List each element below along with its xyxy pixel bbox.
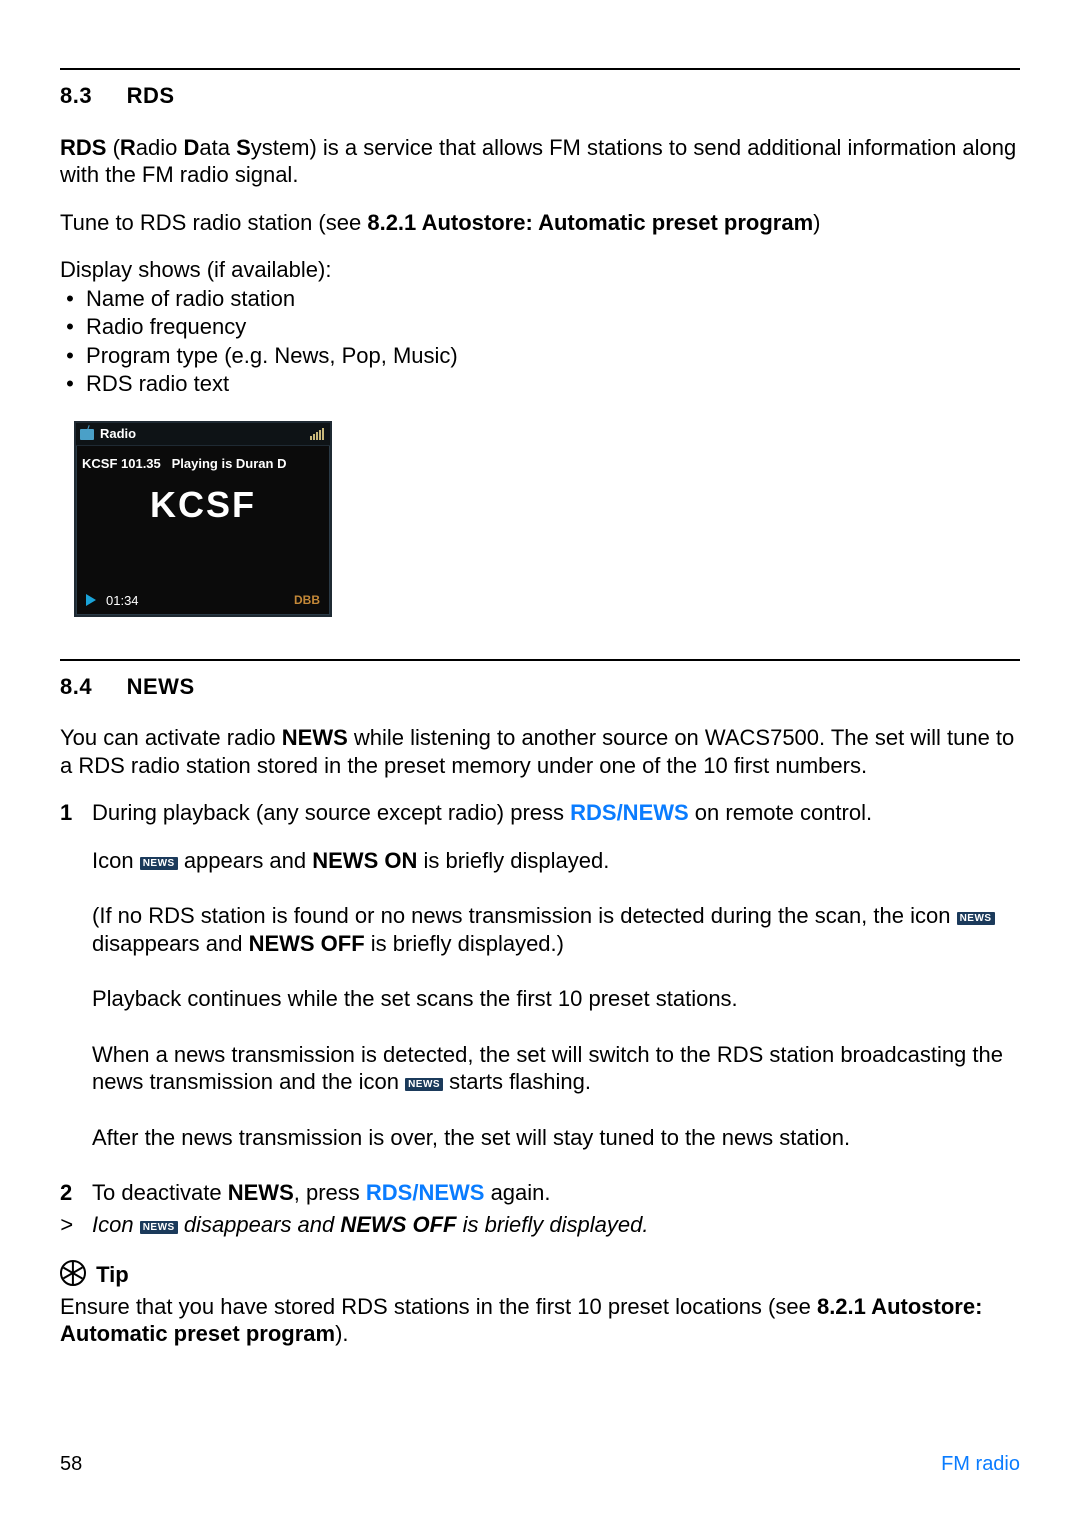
text: During playback (any source except radio… — [92, 800, 570, 825]
news-icon: NEWS — [140, 857, 178, 870]
heading-title: RDS — [127, 83, 175, 108]
text: Icon — [92, 848, 140, 873]
tune-line: Tune to RDS radio station (see 8.2.1 Aut… — [60, 209, 1020, 237]
text: ) — [813, 210, 820, 235]
news-intro: You can activate radio NEWS while listen… — [60, 724, 1020, 779]
step-text: During playback (any source except radio… — [92, 799, 1020, 827]
bullet-item: • Radio frequency — [60, 313, 1020, 342]
after-line: After the news transmission is over, the… — [92, 1124, 1020, 1152]
bullet-item: • Name of radio station — [60, 285, 1020, 314]
radio-icon — [80, 429, 94, 440]
result-caret: > — [60, 1211, 92, 1239]
text: ( — [106, 135, 119, 160]
news-icon: NEWS — [405, 1078, 443, 1091]
bold-text: NEWS ON — [312, 848, 417, 873]
heading-8-3: 8.3 RDS — [60, 82, 1020, 110]
text: You can activate radio — [60, 725, 282, 750]
bold-text: S — [236, 135, 251, 160]
dbb-indicator: DBB — [294, 593, 320, 608]
footer-section: FM radio — [941, 1452, 1020, 1477]
text: disappears and — [92, 931, 249, 956]
text: Name of radio station — [86, 286, 295, 311]
icon-appears-line: Icon NEWS appears and NEWS ON is briefly… — [92, 847, 1020, 875]
page-footer: 58 FM radio — [60, 1452, 1020, 1477]
text: ). — [335, 1321, 348, 1346]
bold-text: NEWS OFF — [249, 931, 365, 956]
text: Program type (e.g. News, Pop, Music) — [86, 343, 458, 368]
device-subline: KCSF 101.35 Playing is Duran D — [76, 446, 330, 478]
rds-intro: RDS (Radio Data System) is a service tha… — [60, 134, 1020, 189]
signal-icon — [310, 428, 324, 440]
text: adio — [136, 135, 184, 160]
display-intro: Display shows (if available): — [60, 256, 1020, 285]
manual-page: 8.3 RDS RDS (Radio Data System) is a ser… — [0, 0, 1080, 1527]
heading-title: NEWS — [127, 674, 195, 699]
device-bottom-bar: 01:34 DBB — [76, 589, 330, 615]
text: To deactivate — [92, 1180, 228, 1205]
bold-text: NEWS — [228, 1180, 294, 1205]
tip-body: Ensure that you have stored RDS stations… — [60, 1293, 1020, 1348]
play-icon — [86, 594, 96, 606]
text: RDS radio text — [86, 371, 229, 396]
device-mode-label: Radio — [100, 426, 136, 442]
device-titlebar: Radio — [76, 423, 330, 446]
bold-text: 8.2.1 Autostore: Automatic preset progra… — [367, 210, 813, 235]
result-line: > Icon NEWS disappears and NEWS OFF is b… — [60, 1211, 1020, 1239]
news-icon: NEWS — [957, 912, 995, 925]
device-freq: KCSF 101.35 — [82, 456, 161, 471]
bold-text: RDS — [60, 135, 106, 160]
text: (If no RDS station is found or no news t… — [92, 903, 957, 928]
rule-top — [60, 68, 1020, 70]
text: disappears and — [178, 1212, 341, 1237]
detect-line: When a news transmission is detected, th… — [92, 1041, 1020, 1096]
bold-text: D — [184, 135, 200, 160]
device-nowplaying: Playing is Duran D — [172, 456, 287, 471]
text: is briefly displayed. — [456, 1212, 648, 1237]
text: appears and — [178, 848, 313, 873]
tip-label: Tip — [96, 1262, 129, 1287]
device-display: Radio KCSF 101.35 Playing is Duran D KCS… — [74, 421, 332, 617]
tip-icon — [60, 1260, 86, 1286]
text: Icon — [92, 1212, 140, 1237]
heading-8-4: 8.4 NEWS — [60, 673, 1020, 701]
bold-text: R — [120, 135, 136, 160]
text: is briefly displayed. — [417, 848, 609, 873]
step-1: 1 During playback (any source except rad… — [60, 799, 1020, 827]
text: again. — [484, 1180, 550, 1205]
step-number: 1 — [60, 799, 92, 827]
button-ref: RDS/NEWS — [570, 800, 689, 825]
device-time: 01:34 — [106, 593, 139, 608]
result-text: Icon NEWS disappears and NEWS OFF is bri… — [92, 1211, 1020, 1239]
bold-text: NEWS — [282, 725, 348, 750]
text: starts flashing. — [443, 1069, 591, 1094]
text: Ensure that you have stored RDS stations… — [60, 1294, 817, 1319]
rule-mid — [60, 659, 1020, 661]
step-text: To deactivate NEWS, press RDS/NEWS again… — [92, 1179, 1020, 1207]
step-number: 2 — [60, 1179, 92, 1207]
tip-heading: Tip — [60, 1260, 1020, 1289]
page-number: 58 — [60, 1452, 82, 1477]
text: is briefly displayed.) — [365, 931, 564, 956]
bullet-item: • RDS radio text — [60, 370, 1020, 399]
text: ata — [199, 135, 236, 160]
bold-text: NEWS OFF — [340, 1212, 456, 1237]
device-station: KCSF — [76, 482, 330, 527]
heading-number: 8.3 — [60, 82, 120, 110]
text: Radio frequency — [86, 314, 246, 339]
bullet-item: • Program type (e.g. News, Pop, Music) — [60, 342, 1020, 371]
step-2: 2 To deactivate NEWS, press RDS/NEWS aga… — [60, 1179, 1020, 1207]
heading-number: 8.4 — [60, 673, 120, 701]
news-icon: NEWS — [140, 1221, 178, 1234]
text: Tune to RDS radio station (see — [60, 210, 367, 235]
no-rds-line: (If no RDS station is found or no news t… — [92, 902, 1020, 957]
button-ref: RDS/NEWS — [366, 1180, 485, 1205]
text: on remote control. — [689, 800, 872, 825]
scan-line: Playback continues while the set scans t… — [92, 985, 1020, 1013]
text: , press — [294, 1180, 366, 1205]
display-bullets: Display shows (if available): • Name of … — [60, 256, 1020, 399]
